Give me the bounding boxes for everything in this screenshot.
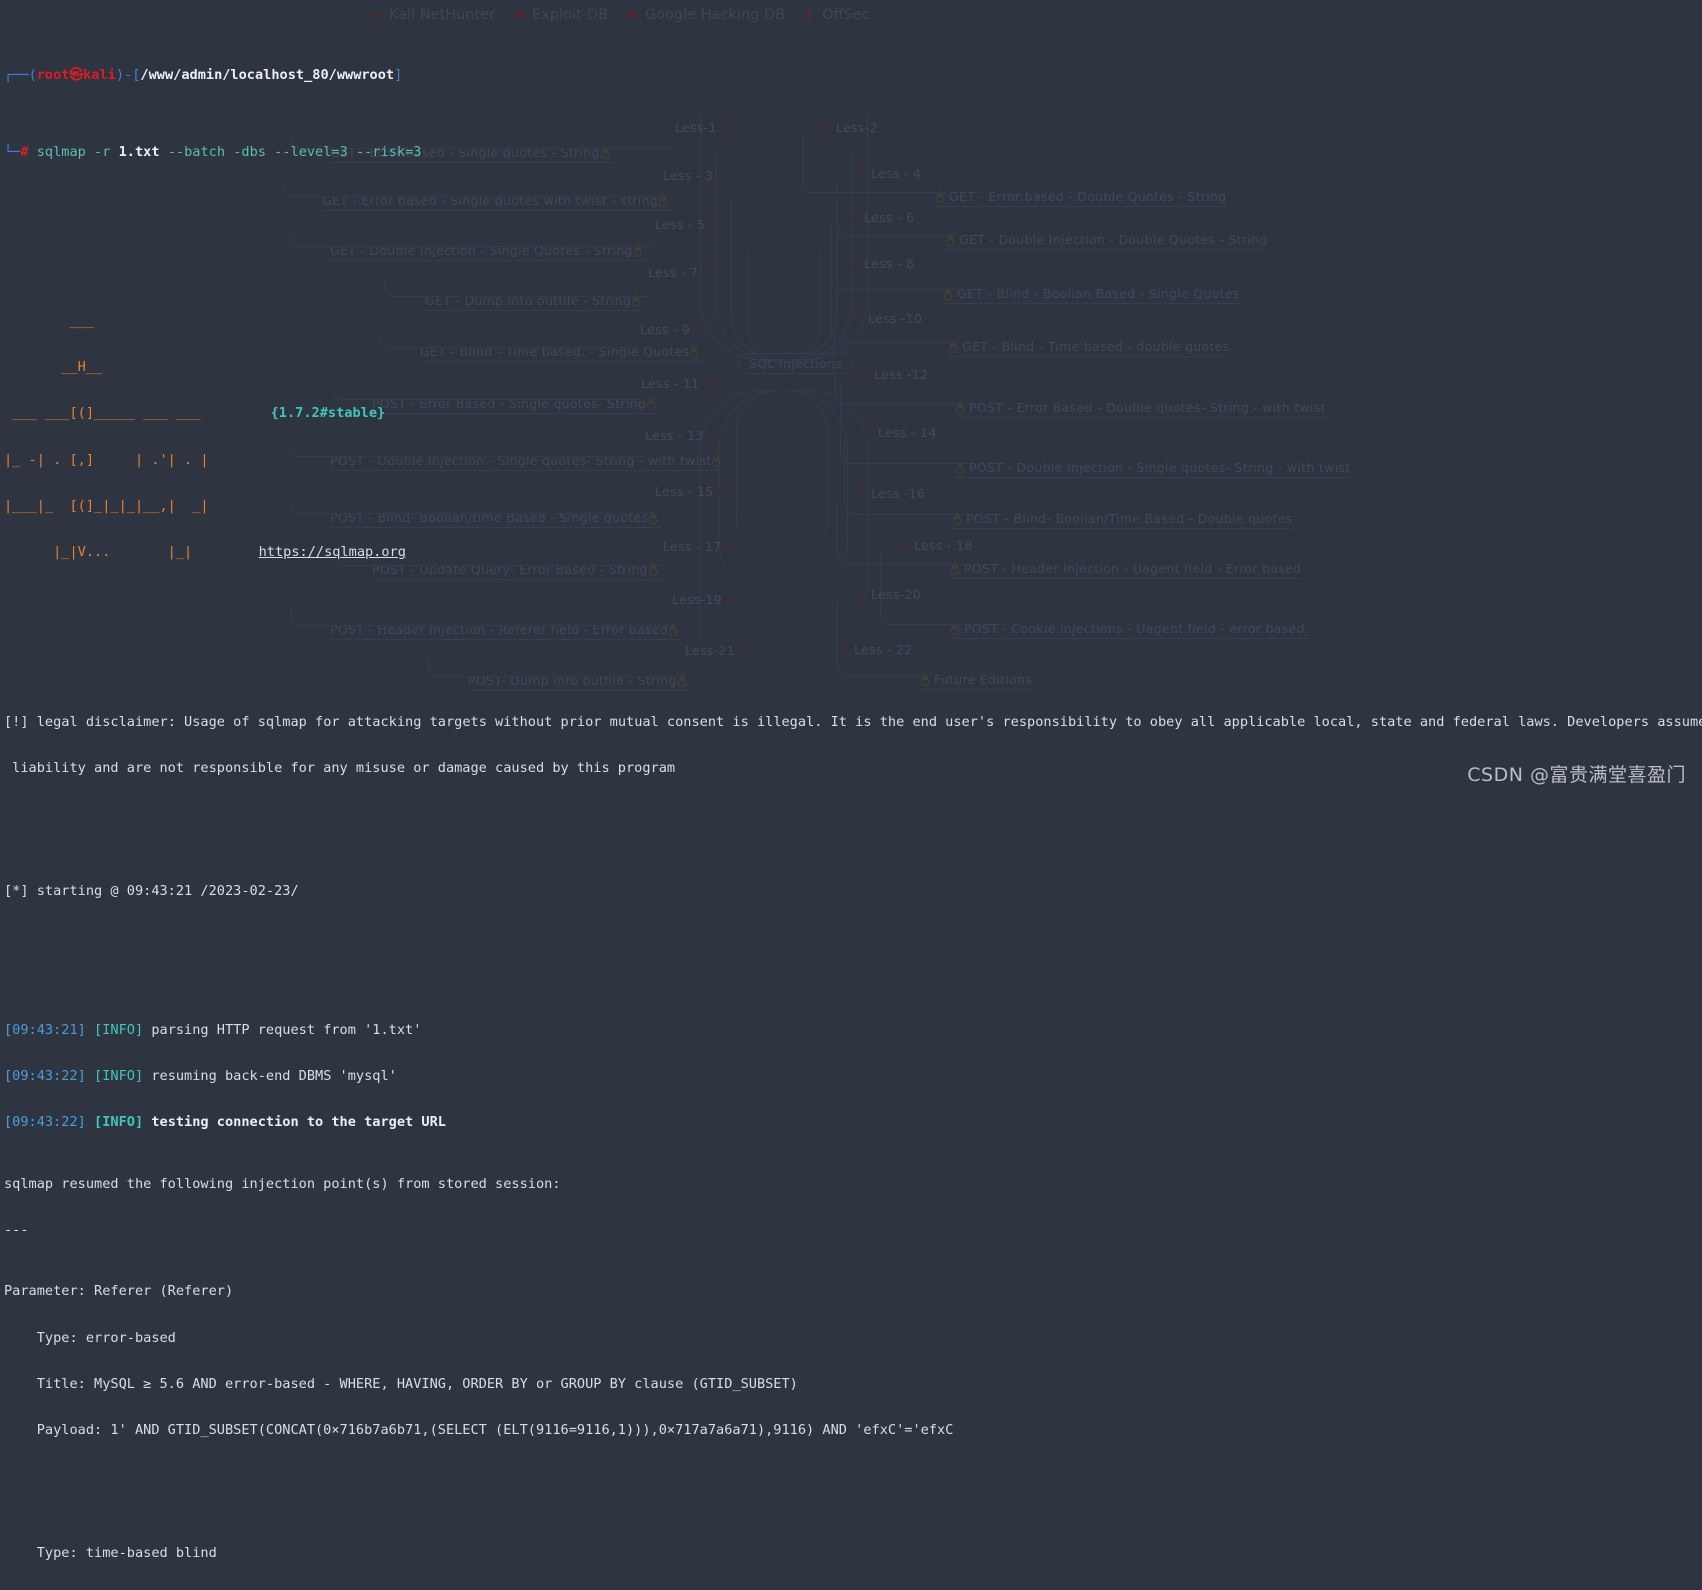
- disclaimer-tag: [!]: [4, 713, 29, 730]
- log-timestamp: [09:43:22]: [4, 1113, 86, 1130]
- logo-line-text: ___ ___[(]_____ ___ ___: [4, 405, 209, 422]
- log-message: parsing HTTP request from '1.txt': [143, 1021, 422, 1038]
- log-message: testing connection to the target URL: [143, 1113, 446, 1130]
- injection-type: Type: time-based blind: [4, 1546, 1702, 1561]
- injection-type-text: Type: time-based blind: [4, 1545, 217, 1562]
- log-level: [INFO]: [94, 1113, 144, 1130]
- prompt-bracket-close: ]: [394, 66, 403, 83]
- starting-line: [*] starting @ 09:43:21 /2023-02-23/: [4, 882, 1702, 899]
- log-entry: [09:43:22] [INFO] testing connection to …: [4, 1113, 1702, 1130]
- legal-disclaimer-line2: liability and are not responsible for an…: [4, 759, 1702, 776]
- separator: ---: [4, 1221, 1702, 1238]
- disclaimer-text: legal disclaimer: Usage of sqlmap for at…: [28, 713, 1702, 730]
- command-flag-batch: --batch: [167, 143, 226, 160]
- command-name: sqlmap: [36, 143, 86, 160]
- sqlmap-ascii-logo: ___ __H__ ___ ___[(]_____ ___ ___ {1.7.2…: [4, 283, 1702, 591]
- prompt-dash: -: [124, 66, 133, 83]
- logo-line-5: |_|V... |_| https://sqlmap.org: [4, 544, 1702, 561]
- sqlmap-url[interactable]: https://sqlmap.org: [259, 544, 406, 560]
- logo-line-text: ___: [4, 313, 95, 330]
- legal-disclaimer-line1: [!] legal disclaimer: Usage of sqlmap fo…: [4, 713, 1702, 730]
- command-flag-dbs: -dbs: [233, 143, 266, 160]
- log-timestamp: [09:43:21]: [4, 1021, 86, 1038]
- command-flag-risk: --risk=3: [356, 143, 422, 160]
- log-entry: [09:43:22] [INFO] resuming back-end DBMS…: [4, 1067, 1702, 1084]
- separator-text: ---: [4, 1221, 29, 1238]
- terminal-output: ┌──(root㉿kali)-[/www/admin/localhost_80/…: [0, 0, 1702, 1590]
- injection-parameter-text: Parameter: Referer (Referer): [4, 1283, 234, 1300]
- prompt-open-paren: (: [28, 66, 37, 83]
- log-message: resuming back-end DBMS 'mysql': [143, 1067, 397, 1084]
- logo-line-3: |_ -| . [,] | .'| . |: [4, 451, 1702, 468]
- injection-payload-text: Payload: 1' AND GTID_SUBSET(CONCAT(0×716…: [4, 1422, 954, 1439]
- command-flag-r: -r: [94, 143, 111, 160]
- command-file: 1.txt: [118, 143, 160, 160]
- logo-line-2: ___ ___[(]_____ ___ ___ {1.7.2#stable}: [4, 406, 1702, 421]
- injection-payload: Payload: 1' AND GTID_SUBSET(CONCAT(0×716…: [4, 1422, 1702, 1439]
- injection-title-text: Title: MySQL ≥ 5.6 AND error-based - WHE…: [4, 1375, 798, 1392]
- logo-line-text: |_ -| . [,] | .'| . |: [4, 451, 209, 468]
- log-timestamp: [09:43:22]: [4, 1067, 86, 1084]
- command-flag-level: --level=3: [274, 143, 348, 160]
- log-level: [INFO]: [94, 1067, 144, 1084]
- injection-title: Title: MySQL ≥ 5.6 AND error-based - WHE…: [4, 1375, 1702, 1392]
- prompt-close-paren: ): [115, 66, 125, 83]
- log-level: [INFO]: [94, 1021, 144, 1038]
- prompt-user: root: [36, 66, 70, 83]
- prompt-hash: #: [20, 143, 29, 160]
- prompt-line-command: └─# sqlmap -r 1.txt --batch -dbs --level…: [4, 143, 1702, 160]
- logo-line-text: |_|V... |_|: [4, 544, 209, 561]
- logo-line-text: __H__: [4, 359, 103, 376]
- prompt-corner2: └─: [4, 143, 21, 160]
- injection-type-text: Type: error-based: [4, 1329, 176, 1346]
- prompt-path: /www/admin/localhost_80/wwwroot: [140, 66, 395, 83]
- prompt-at-symbol: ㉿: [69, 66, 84, 83]
- injection-type: Type: error-based: [4, 1329, 1702, 1346]
- disclaimer-text2: liability and are not responsible for an…: [4, 759, 676, 776]
- prompt-host: kali: [83, 66, 116, 83]
- logo-line-1: __H__: [4, 360, 1702, 375]
- prompt-corner: ┌──: [4, 66, 29, 83]
- logo-line-0: ___: [4, 313, 1702, 330]
- resumed-header: sqlmap resumed the following injection p…: [4, 1175, 1702, 1192]
- resumed-header-text: sqlmap resumed the following injection p…: [4, 1175, 561, 1192]
- logo-line-text: |___|_ [(]_|_|_|__,| _|: [4, 497, 209, 514]
- injection-parameter: Parameter: Referer (Referer): [4, 1284, 1702, 1299]
- log-entry: [09:43:21] [INFO] parsing HTTP request f…: [4, 1021, 1702, 1038]
- logo-line-4: |___|_ [(]_|_|_|__,| _|: [4, 497, 1702, 514]
- sqlmap-version: {1.7.2#stable}: [270, 405, 386, 422]
- prompt-line-path: ┌──(root㉿kali)-[/www/admin/localhost_80/…: [4, 66, 1702, 83]
- starting-text: [*] starting @ 09:43:21 /2023-02-23/: [4, 882, 299, 899]
